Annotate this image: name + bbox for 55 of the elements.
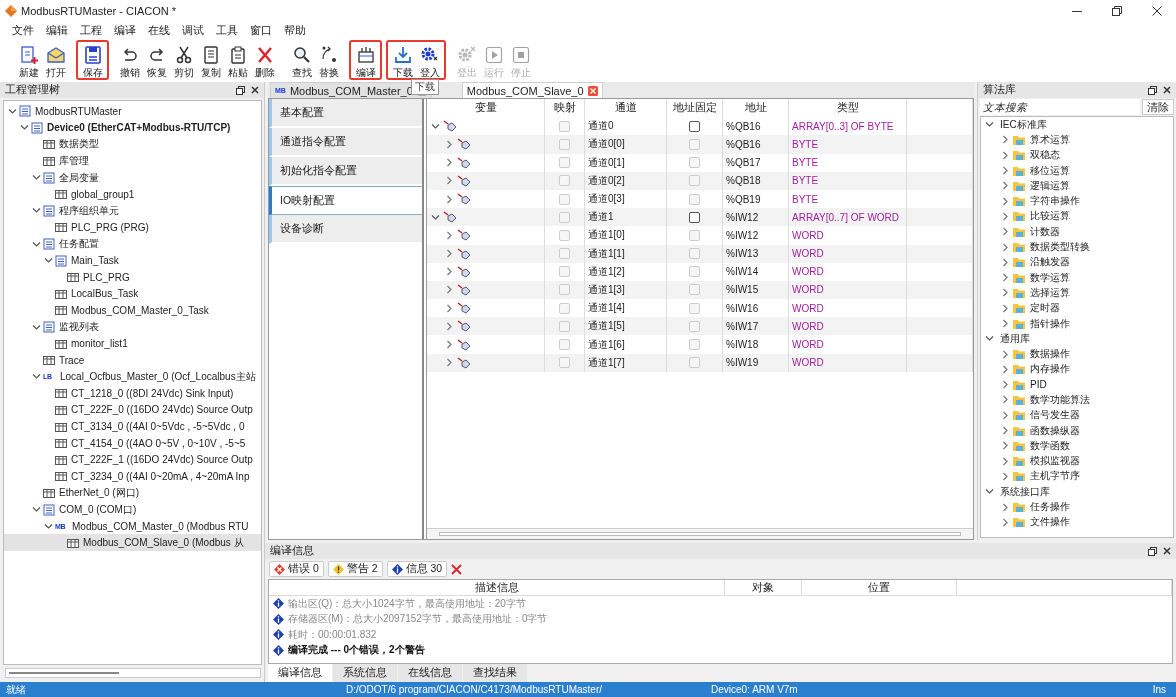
table-cell: BYTE [789, 153, 907, 172]
table-cell: 通道1[5] [585, 317, 667, 336]
column-header: 地址 [723, 99, 789, 118]
table-cell: 通道0[1] [585, 153, 667, 172]
status-path: D:/ODOT/6 program/CIACON/C4173/ModbusRTUMaster/ [346, 684, 603, 695]
table-cell: 通道1[2] [585, 262, 667, 281]
table-cell: %QB16 [723, 135, 789, 154]
message-text: 存储器区(M)：总大小2097152字节，最高使用地址：0字节 [288, 612, 548, 627]
table-cell: WORD [789, 353, 907, 372]
table-cell: %QB18 [723, 171, 789, 190]
table-cell: WORD [789, 280, 907, 300]
panel-title: 工程管理树 [5, 83, 60, 97]
table-cell: 通道1[7] [585, 353, 667, 372]
column-header: 变量 [427, 99, 545, 118]
message-text: 耗时：00:00:01.832 [288, 627, 377, 642]
status-mode: Ins [1152, 684, 1166, 695]
table-cell: %IW12 [723, 208, 789, 227]
message-text: 输出区(Q)：总大小1024字节，最高使用地址：20字节 [288, 596, 526, 611]
table-cell: 通道1 [585, 208, 667, 227]
table-cell: 通道0[0] [585, 135, 667, 154]
message-text: 编译完成 --- 0个错误，2个警告 [288, 643, 425, 658]
table-cell: WORD [789, 244, 907, 263]
panel-title: 算法库 [983, 83, 1016, 97]
table-cell: 通道1[3] [585, 280, 667, 300]
table-cell: WORD [789, 317, 907, 336]
status-text: 就绪 [6, 682, 27, 697]
table-cell: %IW13 [723, 244, 789, 263]
table-cell: BYTE [789, 135, 907, 154]
tooltip: 下载 [411, 79, 439, 95]
table-cell: ARRAY[0..7] OF WORD [789, 208, 907, 227]
column-header: 位置 [802, 580, 957, 595]
table-cell: WORD [789, 335, 907, 354]
table-cell: %IW19 [723, 353, 789, 372]
column-header: 地址固定 [667, 99, 723, 118]
column-header: 通道 [585, 99, 667, 118]
table-cell: BYTE [789, 171, 907, 190]
column-header: 对象 [725, 580, 802, 595]
table-cell: %IW17 [723, 317, 789, 336]
status-device: Device0: ARM V7m [711, 684, 799, 695]
column-header: 映射 [545, 99, 585, 118]
table-cell: %IW14 [723, 262, 789, 281]
table-cell: %IW12 [723, 226, 789, 245]
table-cell: %IW18 [723, 335, 789, 354]
panel-title: 编译信息 [270, 544, 314, 558]
table-cell: %IW15 [723, 280, 789, 300]
table-cell: 通道0[2] [585, 171, 667, 190]
table-cell: %QB17 [723, 153, 789, 172]
window-title: ModbusRTUMaster - CIACON * [21, 5, 177, 17]
table-cell: 通道1[0] [585, 226, 667, 245]
table-cell: WORD [789, 262, 907, 281]
column-header: 类型 [789, 99, 907, 118]
column-header: 描述信息 [269, 580, 725, 595]
table-cell: 通道1[6] [585, 335, 667, 354]
table-cell: WORD [789, 226, 907, 245]
table-cell: 通道1[1] [585, 244, 667, 263]
